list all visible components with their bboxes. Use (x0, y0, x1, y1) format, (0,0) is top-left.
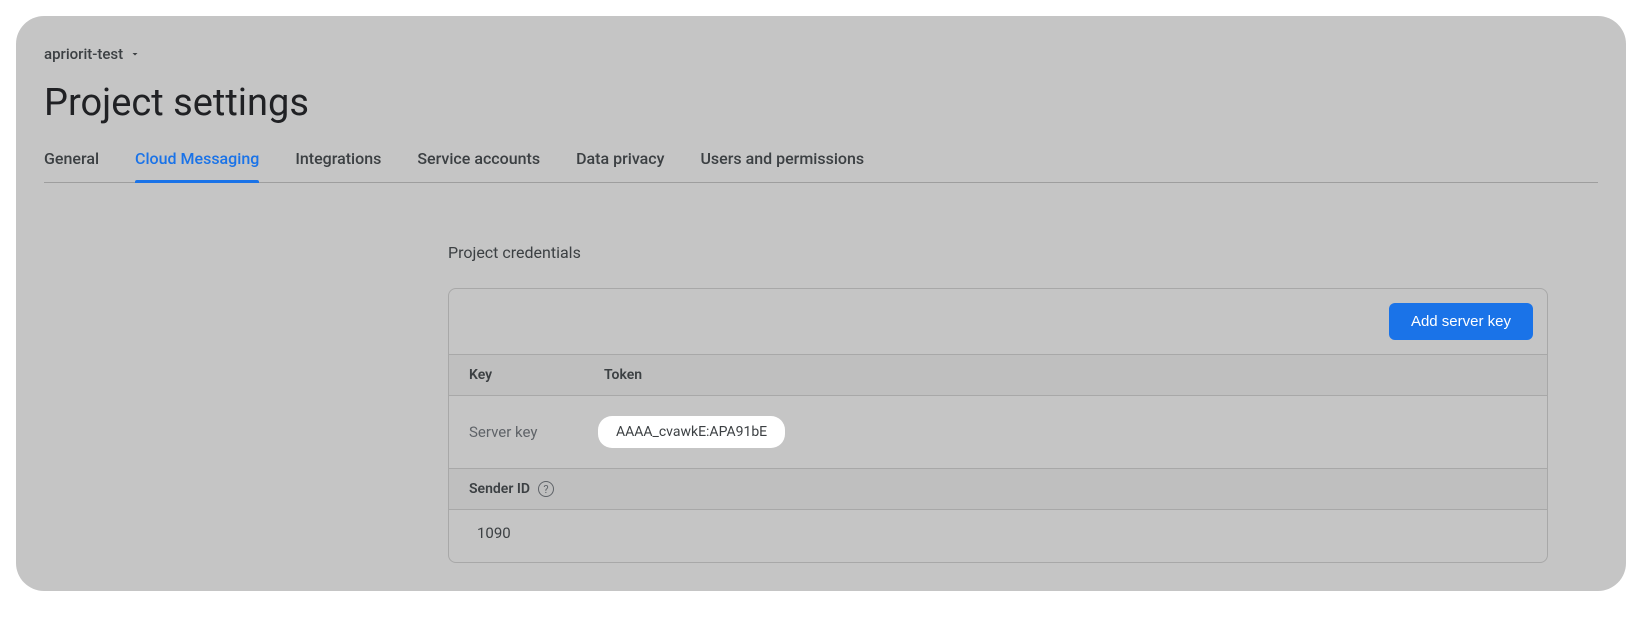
column-header-key: Key (469, 367, 604, 383)
section-title-credentials: Project credentials (448, 243, 1598, 262)
column-header-token: Token (604, 367, 1527, 383)
token-value[interactable]: AAAA_cvawkE:APA91bE (598, 416, 785, 448)
settings-page: apriorit-test Project settings General C… (16, 16, 1626, 591)
sender-id-value: 1090 (449, 510, 1547, 562)
project-name: apriorit-test (44, 45, 123, 63)
token-cell: AAAA_cvawkE:APA91bE (604, 416, 1527, 448)
sender-id-header: Sender ID ? (449, 469, 1547, 510)
table-header: Key Token (449, 355, 1547, 396)
tab-cloud-messaging[interactable]: Cloud Messaging (135, 149, 259, 182)
key-cell: Server key (469, 423, 604, 441)
credentials-card: Add server key Key Token Server key AAAA… (448, 288, 1548, 563)
chevron-down-icon (129, 48, 141, 60)
tab-general[interactable]: General (44, 149, 99, 182)
table-row: Server key AAAA_cvawkE:APA91bE (449, 396, 1547, 469)
tab-data-privacy[interactable]: Data privacy (576, 149, 664, 182)
tab-users-permissions[interactable]: Users and permissions (700, 149, 864, 182)
add-server-key-button[interactable]: Add server key (1389, 303, 1533, 340)
tab-integrations[interactable]: Integrations (295, 149, 381, 182)
sender-id-label: Sender ID (469, 481, 530, 497)
card-toolbar: Add server key (449, 289, 1547, 355)
content-area: Project credentials Add server key Key T… (44, 183, 1598, 563)
tabs: General Cloud Messaging Integrations Ser… (44, 149, 1598, 183)
page-title: Project settings (44, 81, 1598, 125)
tab-service-accounts[interactable]: Service accounts (417, 149, 540, 182)
help-icon[interactable]: ? (538, 481, 554, 497)
project-selector[interactable]: apriorit-test (44, 45, 141, 63)
